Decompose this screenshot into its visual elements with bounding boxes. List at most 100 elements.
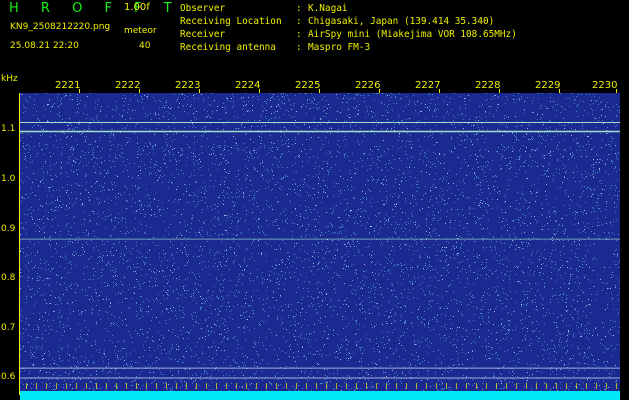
time-tick-mark: [546, 383, 547, 389]
info-value: K.Nagai: [308, 3, 348, 14]
time-tick-mark: [406, 383, 407, 389]
time-tick-mark: [426, 383, 427, 389]
noise-specks: [20, 93, 620, 395]
threshold-value: 40: [139, 41, 151, 51]
bottom-band: [20, 391, 620, 400]
spectrogram-canvas: [20, 93, 620, 395]
time-tick-mark: [386, 383, 387, 389]
time-tick-mark: [216, 383, 217, 389]
info-value: Chigasaki, Japan (139.414 35.340): [308, 16, 495, 27]
time-tick-mark: [566, 383, 567, 389]
station-info: Observer: K.Nagai Receiving Location: Chig…: [180, 2, 517, 54]
y-tick-label: 1.1: [1, 124, 16, 134]
time-tick-mark: [556, 383, 557, 389]
x-tick-label: 2226: [355, 80, 381, 94]
time-tick-mark: [146, 383, 147, 389]
time-tick-mark: [126, 383, 127, 389]
observation-datetime: 25.08.21 22:20: [10, 41, 79, 51]
time-tick-mark: [396, 383, 397, 389]
x-tick-label: 2230: [592, 80, 618, 94]
hrofft-spectrogram-window: H R O F F T 1.00f KN9_2508212220.png met…: [0, 0, 629, 400]
info-separator: :: [296, 3, 302, 14]
time-tick-mark: [116, 383, 117, 389]
time-tick-mark: [576, 383, 577, 389]
time-tick-mark: [106, 383, 107, 389]
time-tick-mark: [86, 383, 87, 389]
x-tick-label: 2223: [175, 80, 201, 94]
info-row-receiver: Receiver: AirSpy mini (Miakejima VOR 108.…: [180, 28, 517, 41]
time-tick-mark: [206, 383, 207, 389]
time-tick-mark: [136, 383, 137, 389]
info-label: Receiving Location: [180, 16, 282, 27]
time-tick-mark: [316, 383, 317, 389]
time-tick-mark: [416, 383, 417, 389]
y-tick-label: 0.9: [1, 224, 16, 234]
time-tick-mark: [276, 383, 277, 389]
time-tick-mark: [376, 383, 377, 389]
time-tick-mark: [516, 383, 517, 389]
time-tick-mark: [476, 383, 477, 389]
time-tick-mark: [526, 383, 527, 389]
mode-label: meteor: [124, 26, 157, 36]
time-tick-mark: [36, 383, 37, 389]
time-tick-mark: [226, 383, 227, 389]
time-tick-mark: [606, 383, 607, 389]
time-tick-mark: [596, 383, 597, 389]
time-tick-mark: [156, 383, 157, 389]
info-label: Observer: [180, 3, 226, 14]
info-label: Receiver: [180, 29, 226, 40]
time-tick-mark: [336, 383, 337, 389]
time-tick-mark: [26, 383, 27, 389]
time-tick-mark: [496, 383, 497, 389]
x-tick-label: 2221: [55, 80, 81, 94]
time-tick-mark: [66, 383, 67, 389]
info-row-antenna: Receiving antenna: Maspro FM-3: [180, 41, 517, 54]
time-tick-mark: [196, 383, 197, 389]
x-tick-label: 2222: [115, 80, 141, 94]
time-tick-mark: [456, 383, 457, 389]
info-value: AirSpy mini (Miakejima VOR 108.65MHz): [308, 29, 517, 40]
time-tick-mark: [296, 383, 297, 389]
frequency-unit-label: kHz: [1, 74, 18, 84]
time-tick-mark: [326, 383, 327, 389]
x-tick-label: 2224: [235, 80, 261, 94]
time-tick-mark: [536, 383, 537, 389]
info-separator: :: [296, 42, 302, 53]
app-title: H R O F F T: [9, 1, 181, 16]
time-tick-mark: [466, 383, 467, 389]
y-tick-label: 0.6: [1, 372, 16, 382]
x-tick-label: 2229: [535, 80, 561, 94]
y-tick-label: 1.0: [1, 174, 16, 184]
spectrogram-plot: [20, 93, 620, 395]
time-tick-mark: [446, 383, 447, 389]
time-tick-mark: [56, 383, 57, 389]
time-tick-mark: [236, 383, 237, 389]
time-tick-mark: [346, 383, 347, 389]
time-tick-mark: [266, 383, 267, 389]
x-tick-label: 2225: [295, 80, 321, 94]
time-tick-mark: [506, 383, 507, 389]
time-tick-mark: [586, 383, 587, 389]
time-tick-mark: [76, 383, 77, 389]
file-name: KN9_2508212220.png: [10, 22, 111, 32]
time-tick-mark: [286, 383, 287, 389]
time-tick-mark: [486, 383, 487, 389]
y-tick-label: 0.8: [1, 273, 16, 283]
info-label: Receiving antenna: [180, 42, 276, 53]
time-tick-mark: [366, 383, 367, 389]
x-tick-label: 2228: [475, 80, 501, 94]
time-tick-mark: [256, 383, 257, 389]
info-separator: :: [296, 16, 302, 27]
info-row-location: Receiving Location: Chigasaki, Japan (139…: [180, 15, 517, 28]
bright-specks: [20, 93, 620, 395]
time-tick-mark: [166, 383, 167, 389]
app-version: 1.00f: [124, 2, 150, 13]
time-tick-mark: [96, 383, 97, 389]
time-tick-mark: [186, 383, 187, 389]
time-tick-mark: [46, 383, 47, 389]
time-tick-mark: [436, 383, 437, 389]
info-value: Maspro FM-3: [308, 42, 371, 53]
time-tick-mark: [616, 383, 617, 389]
x-tick-label: 2227: [415, 80, 441, 94]
time-tick-mark: [176, 383, 177, 389]
